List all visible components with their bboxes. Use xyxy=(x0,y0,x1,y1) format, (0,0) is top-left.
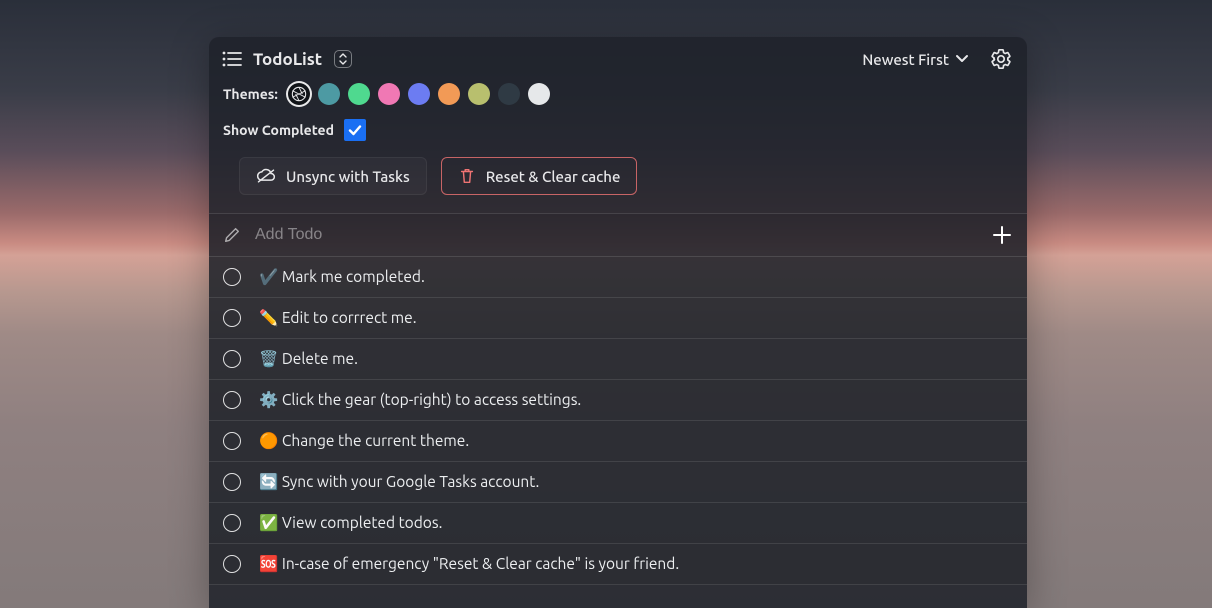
todo-list: ✔️ Mark me completed. ✏️ Edit to corrrect… xyxy=(209,257,1027,608)
header-bar: TodoList Newest First xyxy=(209,37,1027,81)
gear-icon xyxy=(990,48,1012,70)
settings-buttons: Unsync with Tasks Reset & Clear cache xyxy=(223,157,1013,195)
sort-label: Newest First xyxy=(862,51,949,68)
theme-swatch[interactable] xyxy=(498,83,520,105)
chevron-down-icon xyxy=(955,54,969,64)
theme-system[interactable] xyxy=(288,83,310,105)
trash-icon xyxy=(458,167,476,185)
theme-swatch[interactable] xyxy=(468,83,490,105)
list-item[interactable]: ✏️ Edit to corrrect me. xyxy=(209,298,1027,339)
sort-dropdown[interactable]: Newest First xyxy=(862,51,969,68)
complete-toggle[interactable] xyxy=(223,309,241,327)
list-menu-icon[interactable] xyxy=(221,48,243,70)
todo-text: ✔️ Mark me completed. xyxy=(259,268,1013,286)
list-item[interactable]: ✅ View completed todos. xyxy=(209,503,1027,544)
app-panel: TodoList Newest First Themes: xyxy=(209,37,1027,608)
todo-text: ✏️ Edit to corrrect me. xyxy=(259,309,1013,327)
complete-toggle[interactable] xyxy=(223,473,241,491)
cloud-off-icon xyxy=(256,167,276,185)
list-item[interactable]: ⚙️ Click the gear (top-right) to access … xyxy=(209,380,1027,421)
unsync-label: Unsync with Tasks xyxy=(286,168,410,185)
theme-swatch[interactable] xyxy=(528,83,550,105)
themes-label: Themes: xyxy=(223,86,278,102)
unsync-button[interactable]: Unsync with Tasks xyxy=(239,157,427,195)
todo-text: ✅ View completed todos. xyxy=(259,514,1013,532)
themes-row: Themes: xyxy=(223,83,1013,105)
list-title: TodoList xyxy=(253,50,322,69)
settings-button[interactable] xyxy=(989,47,1013,71)
theme-swatches xyxy=(288,83,550,105)
list-switcher[interactable] xyxy=(334,50,352,68)
show-completed-row: Show Completed xyxy=(223,119,1013,141)
todo-text: 🔄 Sync with your Google Tasks account. xyxy=(259,473,1013,491)
add-todo-row xyxy=(209,213,1027,257)
theme-swatch[interactable] xyxy=(408,83,430,105)
list-item[interactable]: 🗑️ Delete me. xyxy=(209,339,1027,380)
todo-text: 🗑️ Delete me. xyxy=(259,350,1013,368)
list-item[interactable]: 🟠 Change the current theme. xyxy=(209,421,1027,462)
todo-text: ⚙️ Click the gear (top-right) to access … xyxy=(259,391,1013,409)
theme-swatch[interactable] xyxy=(318,83,340,105)
aperture-icon xyxy=(291,86,307,102)
pencil-icon xyxy=(223,226,241,244)
theme-swatch[interactable] xyxy=(438,83,460,105)
complete-toggle[interactable] xyxy=(223,350,241,368)
complete-toggle[interactable] xyxy=(223,432,241,450)
list-item[interactable]: ✔️ Mark me completed. xyxy=(209,257,1027,298)
todo-text: 🟠 Change the current theme. xyxy=(259,432,1013,450)
plus-icon xyxy=(993,226,1011,244)
complete-toggle[interactable] xyxy=(223,268,241,286)
complete-toggle[interactable] xyxy=(223,514,241,532)
complete-toggle[interactable] xyxy=(223,391,241,409)
complete-toggle[interactable] xyxy=(223,555,241,573)
show-completed-label: Show Completed xyxy=(223,122,334,138)
reset-label: Reset & Clear cache xyxy=(486,168,621,185)
theme-swatch[interactable] xyxy=(348,83,370,105)
todo-text: 🆘 In-case of emergency "Reset & Clear ca… xyxy=(259,555,1013,573)
theme-swatch[interactable] xyxy=(378,83,400,105)
add-todo-input[interactable] xyxy=(255,226,977,244)
show-completed-checkbox[interactable] xyxy=(344,119,366,141)
settings-panel: Themes: Show Completed xyxy=(209,81,1027,213)
list-item[interactable]: 🔄 Sync with your Google Tasks account. xyxy=(209,462,1027,503)
check-icon xyxy=(347,122,363,138)
reset-button[interactable]: Reset & Clear cache xyxy=(441,157,638,195)
add-todo-button[interactable] xyxy=(991,224,1013,246)
list-item[interactable]: 🆘 In-case of emergency "Reset & Clear ca… xyxy=(209,544,1027,585)
